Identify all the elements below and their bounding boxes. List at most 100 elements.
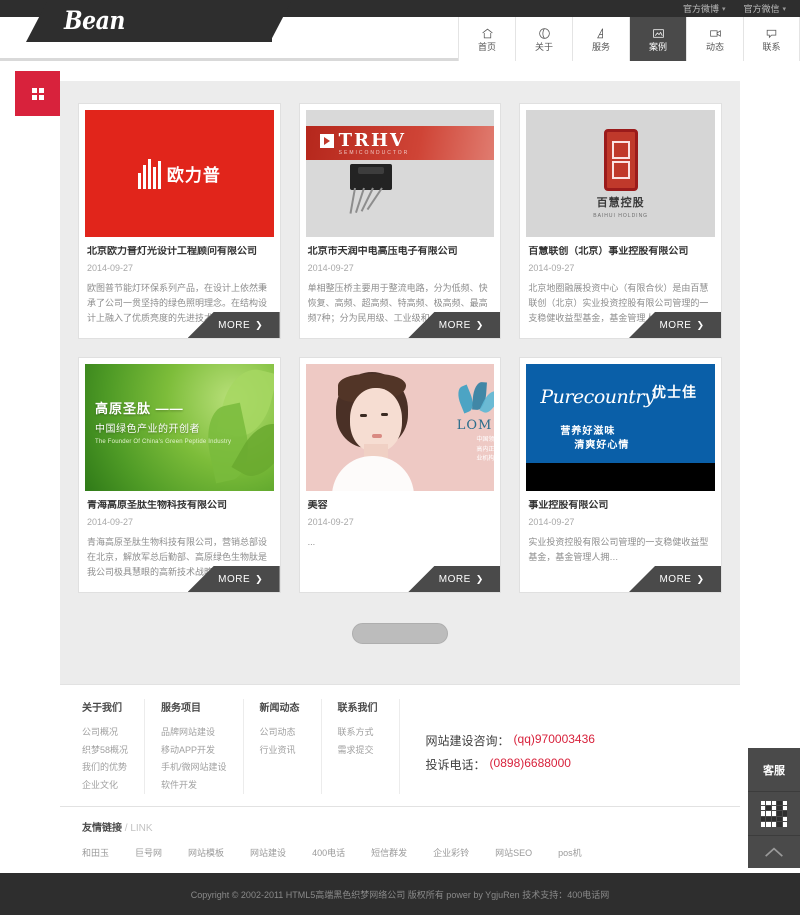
site-header: Bean 首页 关于 服务 案例 动态 联系: [0, 0, 800, 61]
footer-link[interactable]: 软件开发: [161, 777, 227, 795]
page-body: 欧力普 北京欧力普灯光设计工程顾问有限公司 2014-09-27 欧图普节能灯环…: [0, 61, 800, 916]
chevron-down-icon: ▾: [782, 5, 786, 13]
case-thumb-logo-text: Purecountry: [540, 386, 655, 408]
case-title: 事业控股有限公司: [528, 500, 609, 511]
nav-label-service: 服务: [591, 41, 610, 52]
case-card[interactable]: TRHV SEMICONDUCTOR 北京市天润中电高压电子有限公司 2014-…: [298, 103, 502, 339]
qr-code-icon: [761, 800, 787, 827]
friendly-link[interactable]: 巨号网: [135, 846, 162, 859]
footer-link[interactable]: 品牌网站建设: [161, 724, 227, 742]
case-card[interactable]: 百慧控股 BAIHUI HOLDING 百慧联创（北京）事业控股有限公司 201…: [519, 103, 722, 339]
video-icon: [708, 27, 723, 40]
friendly-links-title-en: / LINK: [124, 823, 153, 835]
case-thumb-slogan-2: 清爽好心情: [574, 440, 630, 451]
nav-item-service[interactable]: 服务: [572, 17, 629, 61]
case-thumbnail: 高原圣肽 —— 中国绿色产业的开创者 The Founder Of China'…: [85, 364, 274, 491]
case-thumb-sub-text: BAIHUI HOLDING: [593, 212, 649, 219]
chevron-right-icon: ❯: [696, 573, 705, 584]
case-title: 百慧联创（北京）事业控股有限公司: [528, 246, 689, 257]
case-thumbnail: LOM 中国领 高内正 业机构: [305, 364, 495, 491]
chevron-right-icon: ❯: [475, 319, 484, 330]
footer-link[interactable]: 手机/微网站建设: [161, 759, 227, 777]
nav-label-about: 关于: [534, 41, 553, 52]
copyright-text: Copyright © 2002-2011 HTML5高端黑色织梦网络公司 版权…: [190, 889, 610, 900]
bars-icon: [137, 158, 161, 189]
friendly-link[interactable]: 网站建设: [250, 846, 286, 859]
friendly-link[interactable]: 和田玉: [82, 846, 109, 859]
nav-item-home[interactable]: 首页: [458, 17, 515, 61]
footer-contact-qq: 网站建设咨询： (qq)970003436: [426, 732, 595, 749]
footer-link[interactable]: 联系方式: [338, 724, 383, 742]
copyright-bar: Copyright © 2002-2011 HTML5高端黑色织梦网络公司 版权…: [0, 873, 800, 916]
friendly-link[interactable]: 400电话: [312, 846, 345, 859]
seal-icon: [603, 128, 638, 191]
footer-column-title: 新闻动态: [259, 703, 300, 714]
friendly-links-list: 和田玉 巨号网 网站模板 网站建设 400电话 短信群发 企业彩铃 网站SEO …: [82, 846, 718, 859]
nav-label-home: 首页: [477, 41, 496, 52]
nav-item-about[interactable]: 关于: [515, 17, 572, 61]
case-card[interactable]: LOM 中国领 高内正 业机构 美容 2014-09-27 ... MORE ❯: [298, 357, 502, 593]
footer-link[interactable]: 企业文化: [82, 777, 128, 795]
footer-link[interactable]: 需求提交: [338, 742, 383, 760]
case-thumb-logo-text: 欧力普: [166, 166, 221, 186]
about-icon: [537, 27, 552, 40]
footer-link[interactable]: 行业资讯: [260, 742, 305, 760]
case-date: 2014-09-27: [307, 263, 354, 273]
customer-service-label: 客服: [763, 764, 785, 777]
friendly-link[interactable]: 网站SEO: [495, 846, 532, 859]
case-thumb-sub-text: SEMICONDUCTOR: [338, 150, 410, 156]
back-to-top-button[interactable]: [748, 836, 800, 868]
case-title: 美容: [307, 500, 328, 511]
friendly-link[interactable]: pos机: [558, 846, 582, 859]
site-logo-text: Bean: [64, 6, 125, 36]
nav-item-cases[interactable]: 案例: [629, 17, 686, 61]
friendly-link[interactable]: 网站模板: [188, 846, 224, 859]
case-card[interactable]: 欧力普 北京欧力普灯光设计工程顾问有限公司 2014-09-27 欧图普节能灯环…: [78, 103, 281, 339]
floating-side-widget: 客服: [748, 748, 800, 868]
case-thumb-sub-text: 优士佳: [652, 384, 697, 400]
case-date: 2014-09-27: [528, 517, 575, 527]
load-more-button[interactable]: [352, 623, 448, 644]
case-thumb-logo-text: 百慧控股: [596, 196, 645, 209]
footer-link[interactable]: 公司概况: [82, 724, 128, 742]
footer-link[interactable]: 我们的优势: [82, 759, 128, 777]
case-card[interactable]: 高原圣肽 —— 中国绿色产业的开创者 The Founder Of China'…: [78, 357, 281, 593]
case-thumb-slogan-1: 营养好滋味: [560, 426, 616, 437]
case-thumb-logo-text: 高原圣肽 ——: [95, 401, 184, 416]
more-button-label: MORE: [218, 319, 251, 331]
cases-icon: [651, 27, 666, 40]
play-mark-icon: [319, 134, 334, 148]
nav-label-contact: 联系: [762, 41, 781, 52]
customer-service-button[interactable]: 客服: [748, 748, 800, 792]
case-thumb-logo-text: TRHV: [338, 130, 406, 151]
home-icon: [480, 27, 495, 40]
case-title: 北京欧力普灯光设计工程顾问有限公司: [87, 246, 257, 257]
footer-link[interactable]: 公司动态: [260, 724, 305, 742]
chevron-right-icon: ❯: [696, 319, 705, 330]
load-more-area: [78, 593, 722, 684]
topbar-item-wechat[interactable]: 官方微信 ▾: [743, 2, 786, 15]
footer-column-services: 服务项目 品牌网站建设 移动APP开发 手机/微网站建设 软件开发: [145, 699, 244, 795]
more-button-label: MORE: [218, 573, 251, 585]
topbar-weibo-label: 官方微博: [682, 4, 719, 14]
case-date: 2014-09-27: [528, 263, 575, 273]
topbar-item-weibo[interactable]: 官方微博 ▾: [683, 2, 726, 15]
nav-item-news[interactable]: 动态: [686, 17, 743, 61]
case-date: 2014-09-27: [87, 517, 134, 527]
chevron-right-icon: ❯: [255, 319, 264, 330]
footer-link[interactable]: 织梦58概况: [82, 742, 128, 760]
footer-columns: 关于我们 公司概况 织梦58概况 我们的优势 企业文化 服务项目 品牌网站建设 …: [60, 684, 740, 806]
site-logo[interactable]: Bean: [46, 0, 272, 42]
nav-item-contact[interactable]: 联系: [743, 17, 800, 61]
footer-column-contact: 联系我们 联系方式 需求提交: [322, 699, 400, 795]
footer-column-news: 新闻动态 公司动态 行业资讯: [244, 699, 322, 795]
case-thumbnail: 百慧控股 BAIHUI HOLDING: [526, 110, 715, 237]
friendly-link[interactable]: 短信群发: [371, 846, 407, 859]
service-icon: [594, 27, 609, 40]
more-button-label: MORE: [659, 573, 692, 585]
nav-label-cases: 案例: [648, 41, 667, 52]
case-card[interactable]: 优士佳 Purecountry 营养好滋味 清爽好心情 事业控股有限公司 201…: [519, 357, 722, 593]
footer-link[interactable]: 移动APP开发: [161, 742, 227, 760]
friendly-link[interactable]: 企业彩铃: [433, 846, 469, 859]
case-thumbnail: TRHV SEMICONDUCTOR: [305, 110, 495, 237]
